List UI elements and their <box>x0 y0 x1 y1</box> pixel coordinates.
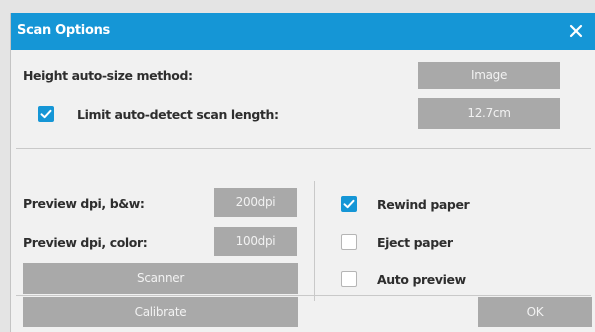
limit-autodetect-checkbox[interactable] <box>38 106 54 122</box>
preview-color-dpi-field[interactable]: 100dpi <box>214 227 297 256</box>
eject-paper-checkbox[interactable] <box>341 234 357 250</box>
rewind-paper-checkbox[interactable] <box>341 196 357 212</box>
title-bar: Scan Options <box>11 13 595 50</box>
footer-divider <box>16 295 591 296</box>
column-divider <box>314 181 315 301</box>
rewind-paper-label: Rewind paper <box>377 197 470 212</box>
section-divider <box>16 148 591 149</box>
preview-bw-dpi-field[interactable]: 200dpi <box>214 188 297 217</box>
limit-autodetect-label: Limit auto-detect scan length: <box>77 107 279 122</box>
auto-preview-label: Auto preview <box>377 272 466 287</box>
checkmark-icon <box>40 109 52 119</box>
auto-preview-checkbox[interactable] <box>341 271 357 287</box>
eject-paper-label: Eject paper <box>377 235 453 250</box>
close-icon[interactable] <box>564 19 588 43</box>
ok-button[interactable]: OK <box>478 297 592 327</box>
height-autosize-select[interactable]: Image <box>418 62 560 89</box>
calibrate-button[interactable]: Calibrate <box>23 297 298 327</box>
height-autosize-label: Height auto-size method: <box>23 68 193 83</box>
scan-length-field[interactable]: 12.7cm <box>418 98 560 129</box>
checkmark-icon <box>343 199 355 209</box>
scan-options-dialog: Scan Options Height auto-size method: Im… <box>10 13 595 332</box>
preview-color-label: Preview dpi, color: <box>23 235 148 250</box>
preview-bw-label: Preview dpi, b&w: <box>23 196 145 211</box>
dialog-title: Scan Options <box>17 23 110 38</box>
scanner-button[interactable]: Scanner <box>23 263 298 294</box>
